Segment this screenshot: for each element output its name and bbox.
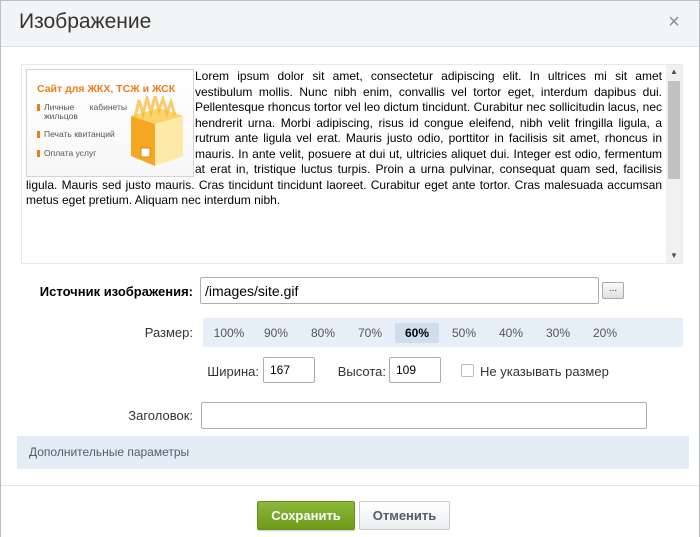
size-option[interactable]: 70%	[348, 323, 392, 343]
size-option-selected[interactable]: 60%	[395, 323, 439, 343]
height-label: Высота:	[337, 364, 386, 379]
banner-item: Личные кабинеты жильцов	[37, 103, 127, 121]
scroll-up-icon[interactable]: ▲	[666, 65, 682, 79]
cancel-button[interactable]: Отменить	[359, 501, 450, 530]
size-option[interactable]: 90%	[254, 323, 298, 343]
banner-item: Оплата услуг	[37, 149, 96, 158]
banner-item: Печать квитанций	[37, 130, 115, 139]
width-label: Ширина:	[207, 364, 259, 379]
product-box-icon	[131, 96, 183, 166]
image-preview: Сайт для ЖКХ, ТСЖ и ЖСК Личные кабинеты …	[21, 64, 683, 264]
preview-content: Сайт для ЖКХ, ТСЖ и ЖСК Личные кабинеты …	[26, 69, 662, 209]
no-size-label[interactable]: Не указывать размер	[480, 364, 609, 379]
size-option[interactable]: 40%	[489, 323, 533, 343]
save-button[interactable]: Сохранить	[257, 501, 355, 530]
source-label: Источник изображения:	[39, 284, 193, 299]
size-selector: 100% 90% 80% 70% 60% 50% 40% 30% 20%	[203, 318, 683, 347]
browse-button[interactable]: ...	[602, 282, 624, 299]
scroll-down-icon[interactable]: ▼	[666, 249, 682, 263]
height-input[interactable]	[389, 357, 441, 383]
preview-scrollbar[interactable]: ▲ ▼	[666, 65, 682, 263]
size-option[interactable]: 100%	[207, 323, 251, 343]
dialog-titlebar: Изображение ×	[1, 1, 699, 47]
image-dialog: Изображение × Сайт для ЖКХ, ТСЖ и ЖСК Ли…	[0, 0, 700, 537]
advanced-params-toggle[interactable]: Дополнительные параметры	[17, 436, 689, 469]
source-input[interactable]	[200, 277, 599, 304]
dialog-title: Изображение	[19, 10, 152, 33]
size-option[interactable]: 20%	[583, 323, 627, 343]
size-label: Размер:	[144, 325, 193, 340]
close-icon[interactable]: ×	[665, 12, 683, 32]
preview-image: Сайт для ЖКХ, ТСЖ и ЖСК Личные кабинеты …	[26, 69, 194, 177]
dialog-footer: Сохранить Отменить	[1, 485, 699, 537]
no-size-checkbox[interactable]	[461, 364, 474, 377]
size-option[interactable]: 30%	[536, 323, 580, 343]
size-option[interactable]: 80%	[301, 323, 345, 343]
size-option[interactable]: 50%	[442, 323, 486, 343]
caption-label: Заголовок:	[128, 408, 193, 423]
width-input[interactable]	[263, 357, 315, 383]
caption-input[interactable]	[201, 402, 647, 429]
scrollbar-thumb[interactable]	[668, 81, 680, 179]
